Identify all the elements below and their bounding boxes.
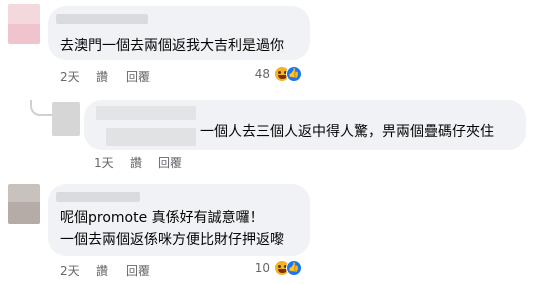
reaction-count: 10 [254, 261, 270, 275]
avatar[interactable] [8, 184, 40, 224]
like-link[interactable]: 讚 [96, 68, 108, 85]
comment-2: 一個人去三個人返中得人驚，畀兩個疊碼仔夾住 1天 讚 回覆 [0, 96, 538, 176]
commenter-name-redacted[interactable] [106, 128, 196, 146]
reactions-summary[interactable]: 10 👍 [250, 258, 306, 278]
like-icon: 👍 [286, 260, 302, 276]
reaction-count: 48 [254, 67, 270, 81]
avatar[interactable] [8, 4, 40, 44]
comment-1: 去澳門一個去兩個返我大吉利是過你 2天 讚 回覆 48 👍 [0, 0, 538, 90]
timestamp[interactable]: 2天 [60, 68, 80, 85]
comment-meta: 1天 讚 回覆 [94, 154, 294, 170]
like-icon: 👍 [286, 66, 302, 82]
comment-meta: 2天 讚 回覆 [60, 262, 260, 278]
comment-text: 一個人去三個人返中得人驚，畀兩個疊碼仔夾住 [200, 124, 494, 140]
like-link[interactable]: 讚 [96, 262, 108, 279]
like-link[interactable]: 讚 [130, 154, 142, 171]
timestamp[interactable]: 1天 [94, 154, 114, 171]
reply-link[interactable]: 回覆 [126, 262, 150, 279]
avatar[interactable] [52, 102, 80, 136]
timestamp[interactable]: 2天 [60, 262, 80, 279]
comment-text: 去澳門一個去兩個返我大吉利是過你 [60, 38, 284, 54]
comment-text-line-2: 一個去兩個返係咪方便比財仔押返嚟 [60, 232, 284, 248]
commenter-name-redacted[interactable] [56, 192, 140, 202]
commenter-name-redacted[interactable] [96, 106, 196, 120]
reply-link[interactable]: 回覆 [126, 68, 150, 85]
comment-text-line-1: 呢個promote 真係好有誠意囉！ [60, 210, 264, 226]
reply-link[interactable]: 回覆 [158, 154, 182, 171]
comment-3: 呢個promote 真係好有誠意囉！ 一個去兩個返係咪方便比財仔押返嚟 2天 讚… [0, 178, 538, 284]
commenter-name-redacted[interactable] [56, 14, 148, 24]
reactions-summary[interactable]: 48 👍 [250, 64, 306, 84]
comment-meta: 2天 讚 回覆 [60, 68, 260, 84]
